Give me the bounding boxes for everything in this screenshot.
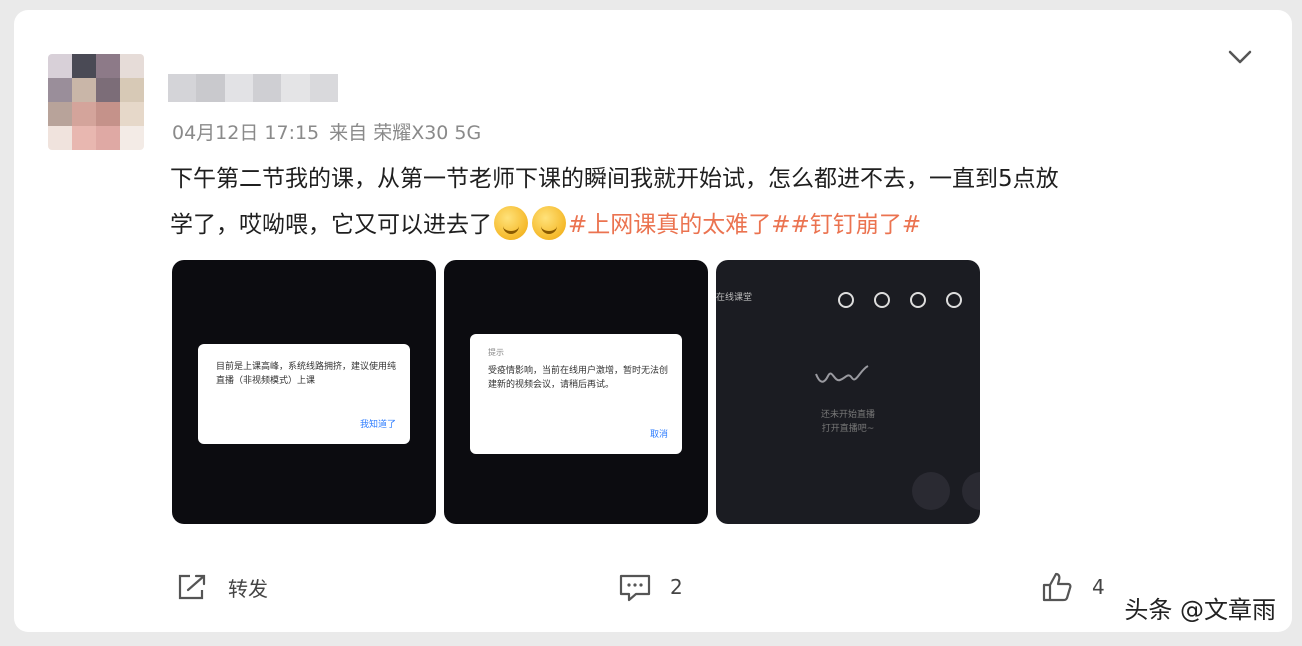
post-text-line-2-body: 学了，哎呦喂，它又可以进去了 bbox=[170, 212, 492, 238]
post-image-3[interactable]: 在线课堂 还未开始直播 打开直播吧~ bbox=[716, 260, 980, 524]
post-source[interactable]: 来自 荣耀X30 5G bbox=[329, 118, 481, 145]
empty-state-line-2: 打开直播吧~ bbox=[821, 424, 875, 434]
chevron-down-icon[interactable] bbox=[1226, 46, 1254, 68]
circle-button-icon bbox=[962, 472, 980, 510]
dialog-ok-button: 我知道了 bbox=[359, 420, 396, 430]
forward-label: 转发 bbox=[228, 576, 268, 601]
like-count: 4 bbox=[1092, 575, 1105, 599]
username-blurred[interactable] bbox=[168, 74, 338, 102]
person-icon bbox=[946, 292, 962, 308]
action-bar: 转发 2 4 bbox=[0, 572, 1302, 612]
empty-state-text: 还未开始直播 打开直播吧~ bbox=[716, 408, 980, 436]
post-text-line-2: 学了，哎呦喂，它又可以进去了 #上网课真的太难了##钉钉崩了# bbox=[170, 202, 1270, 248]
forward-button[interactable]: 转发 bbox=[176, 572, 268, 602]
post-time: 04月12日 17:15 bbox=[172, 122, 320, 144]
like-button[interactable]: 4 bbox=[1040, 572, 1105, 602]
comment-count: 2 bbox=[670, 575, 683, 599]
post-image-1[interactable]: 目前是上课高峰，系统线路拥挤，建议使用纯直播（非视频模式）上课 我知道了 bbox=[172, 260, 436, 524]
hashtag-links[interactable]: #上网课真的太难了##钉钉崩了# bbox=[568, 212, 921, 238]
dialog-text: 受疫情影响，当前在线用户激增，暂时无法创建新的视频会议，请稍后再试。 bbox=[488, 366, 669, 390]
dialog-text: 目前是上课高峰，系统线路拥挤，建议使用纯直播（非视频模式）上课 bbox=[216, 362, 397, 386]
post-text-line-1: 下午第二节我的课，从第一节老师下课的瞬间我就开始试，怎么都进不去，一直到5点放 bbox=[170, 166, 1059, 192]
dialog-title: 提示 bbox=[488, 348, 504, 357]
post-image-2[interactable]: 提示 受疫情影响，当前在线用户激增，暂时无法创建新的视频会议，请稍后再试。 取消 bbox=[444, 260, 708, 524]
avatar[interactable] bbox=[48, 54, 144, 150]
thumbs-up-icon bbox=[1042, 572, 1072, 602]
dialog-body: 提示 受疫情影响，当前在线用户激增，暂时无法创建新的视频会议，请稍后再试。 bbox=[488, 346, 668, 392]
comment-button[interactable]: 2 bbox=[618, 572, 683, 602]
refresh-icon bbox=[838, 292, 854, 308]
live-class-title: 在线课堂 bbox=[716, 293, 753, 303]
watermark: 头条 @文章雨 bbox=[1120, 590, 1280, 625]
dialog-box: 目前是上课高峰，系统线路拥挤，建议使用纯直播（非视频模式）上课 我知道了 bbox=[198, 344, 410, 444]
fire-icon bbox=[874, 292, 890, 308]
play-button-icon bbox=[912, 472, 950, 510]
live-toolbar bbox=[838, 292, 962, 308]
post-text: 下午第二节我的课，从第一节老师下课的瞬间我就开始试，怎么都进不去，一直到5点放 … bbox=[170, 156, 1270, 248]
grin-emoji-icon bbox=[494, 206, 528, 240]
post-meta: 04月12日 17:15 来自 荣耀X30 5G bbox=[172, 118, 481, 145]
signature-icon bbox=[815, 365, 869, 383]
empty-state-line-1: 还未开始直播 bbox=[820, 410, 875, 420]
music-icon bbox=[910, 292, 926, 308]
dialog-cancel-button: 取消 bbox=[649, 430, 668, 440]
forward-icon bbox=[178, 574, 206, 600]
comment-icon bbox=[619, 574, 651, 602]
grin-emoji-icon bbox=[532, 206, 566, 240]
dialog-box: 提示 受疫情影响，当前在线用户激增，暂时无法创建新的视频会议，请稍后再试。 取消 bbox=[470, 334, 682, 454]
